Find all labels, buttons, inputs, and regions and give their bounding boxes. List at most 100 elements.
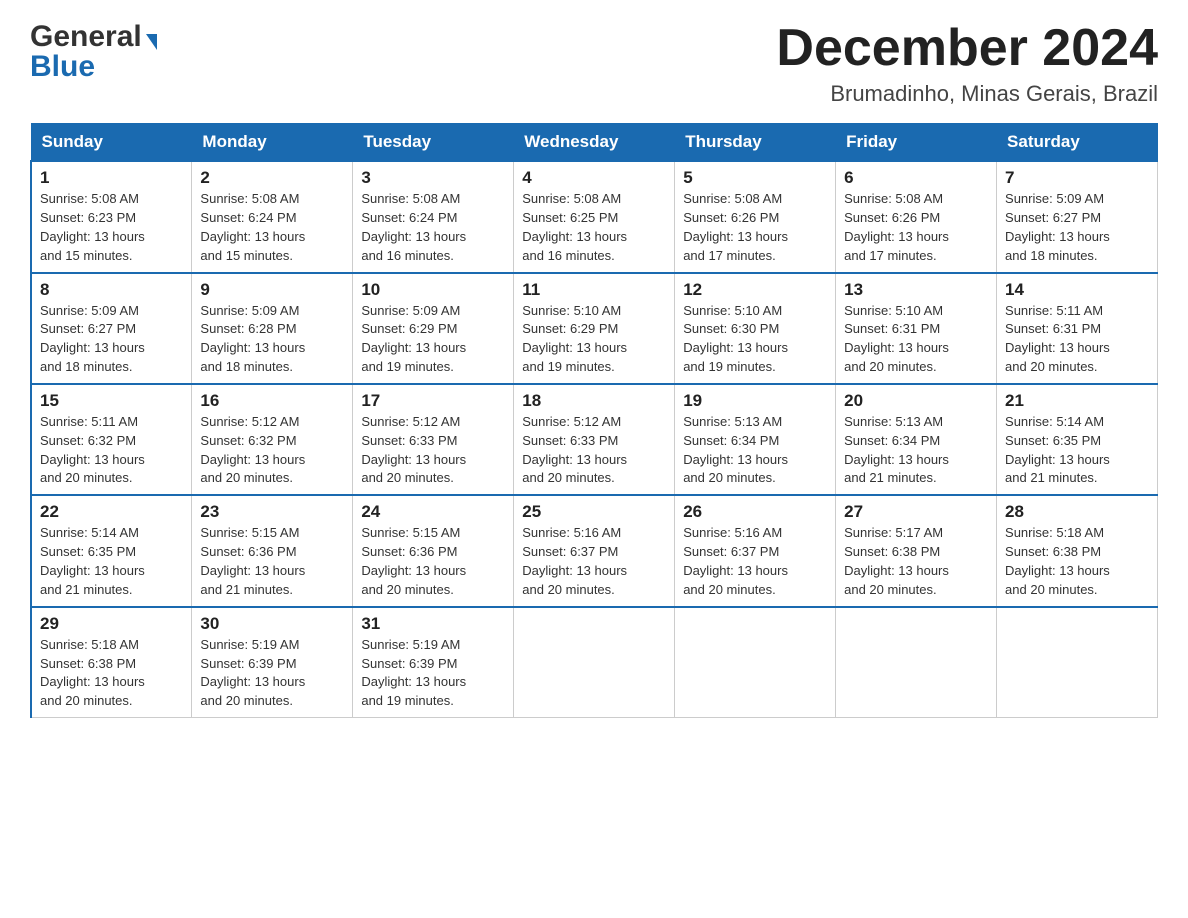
- day-info: Sunrise: 5:15 AMSunset: 6:36 PMDaylight:…: [200, 525, 305, 597]
- day-info: Sunrise: 5:09 AMSunset: 6:29 PMDaylight:…: [361, 303, 466, 375]
- col-header-thursday: Thursday: [675, 124, 836, 162]
- calendar-cell: [514, 607, 675, 718]
- day-info: Sunrise: 5:08 AMSunset: 6:26 PMDaylight:…: [844, 191, 949, 263]
- day-info: Sunrise: 5:12 AMSunset: 6:33 PMDaylight:…: [361, 414, 466, 486]
- calendar-cell: [836, 607, 997, 718]
- day-info: Sunrise: 5:10 AMSunset: 6:31 PMDaylight:…: [844, 303, 949, 375]
- calendar-cell: 28 Sunrise: 5:18 AMSunset: 6:38 PMDaylig…: [997, 495, 1158, 606]
- calendar-cell: 21 Sunrise: 5:14 AMSunset: 6:35 PMDaylig…: [997, 384, 1158, 495]
- logo: General Blue: [30, 20, 157, 84]
- day-number: 31: [361, 614, 505, 634]
- col-header-wednesday: Wednesday: [514, 124, 675, 162]
- calendar-cell: 19 Sunrise: 5:13 AMSunset: 6:34 PMDaylig…: [675, 384, 836, 495]
- calendar-cell: 6 Sunrise: 5:08 AMSunset: 6:26 PMDayligh…: [836, 161, 997, 272]
- calendar-cell: 2 Sunrise: 5:08 AMSunset: 6:24 PMDayligh…: [192, 161, 353, 272]
- day-info: Sunrise: 5:08 AMSunset: 6:25 PMDaylight:…: [522, 191, 627, 263]
- calendar-cell: 20 Sunrise: 5:13 AMSunset: 6:34 PMDaylig…: [836, 384, 997, 495]
- calendar-cell: 18 Sunrise: 5:12 AMSunset: 6:33 PMDaylig…: [514, 384, 675, 495]
- day-info: Sunrise: 5:11 AMSunset: 6:32 PMDaylight:…: [40, 414, 145, 486]
- day-number: 6: [844, 168, 988, 188]
- calendar-cell: 10 Sunrise: 5:09 AMSunset: 6:29 PMDaylig…: [353, 273, 514, 384]
- col-header-saturday: Saturday: [997, 124, 1158, 162]
- day-number: 5: [683, 168, 827, 188]
- day-info: Sunrise: 5:09 AMSunset: 6:27 PMDaylight:…: [40, 303, 145, 375]
- day-info: Sunrise: 5:13 AMSunset: 6:34 PMDaylight:…: [844, 414, 949, 486]
- month-title: December 2024: [776, 20, 1158, 77]
- day-info: Sunrise: 5:18 AMSunset: 6:38 PMDaylight:…: [40, 637, 145, 709]
- col-header-sunday: Sunday: [31, 124, 192, 162]
- col-header-tuesday: Tuesday: [353, 124, 514, 162]
- day-number: 2: [200, 168, 344, 188]
- day-info: Sunrise: 5:19 AMSunset: 6:39 PMDaylight:…: [200, 637, 305, 709]
- location-title: Brumadinho, Minas Gerais, Brazil: [776, 81, 1158, 107]
- logo-general-row: General: [30, 20, 157, 54]
- day-info: Sunrise: 5:17 AMSunset: 6:38 PMDaylight:…: [844, 525, 949, 597]
- day-number: 3: [361, 168, 505, 188]
- day-info: Sunrise: 5:19 AMSunset: 6:39 PMDaylight:…: [361, 637, 466, 709]
- day-info: Sunrise: 5:15 AMSunset: 6:36 PMDaylight:…: [361, 525, 466, 597]
- day-info: Sunrise: 5:08 AMSunset: 6:24 PMDaylight:…: [200, 191, 305, 263]
- day-info: Sunrise: 5:14 AMSunset: 6:35 PMDaylight:…: [40, 525, 145, 597]
- title-block: December 2024 Brumadinho, Minas Gerais, …: [776, 20, 1158, 107]
- day-number: 7: [1005, 168, 1149, 188]
- day-number: 30: [200, 614, 344, 634]
- day-info: Sunrise: 5:14 AMSunset: 6:35 PMDaylight:…: [1005, 414, 1110, 486]
- calendar-header-row: SundayMondayTuesdayWednesdayThursdayFrid…: [31, 124, 1158, 162]
- calendar-cell: 4 Sunrise: 5:08 AMSunset: 6:25 PMDayligh…: [514, 161, 675, 272]
- week-row-1: 1 Sunrise: 5:08 AMSunset: 6:23 PMDayligh…: [31, 161, 1158, 272]
- calendar-cell: 3 Sunrise: 5:08 AMSunset: 6:24 PMDayligh…: [353, 161, 514, 272]
- calendar-cell: 13 Sunrise: 5:10 AMSunset: 6:31 PMDaylig…: [836, 273, 997, 384]
- day-number: 4: [522, 168, 666, 188]
- day-info: Sunrise: 5:13 AMSunset: 6:34 PMDaylight:…: [683, 414, 788, 486]
- page-header: General Blue December 2024 Brumadinho, M…: [30, 20, 1158, 107]
- day-number: 8: [40, 280, 183, 300]
- calendar-cell: [675, 607, 836, 718]
- day-number: 13: [844, 280, 988, 300]
- calendar-cell: 15 Sunrise: 5:11 AMSunset: 6:32 PMDaylig…: [31, 384, 192, 495]
- calendar-cell: 11 Sunrise: 5:10 AMSunset: 6:29 PMDaylig…: [514, 273, 675, 384]
- day-number: 23: [200, 502, 344, 522]
- logo-general-text: General: [30, 20, 142, 53]
- calendar-cell: 23 Sunrise: 5:15 AMSunset: 6:36 PMDaylig…: [192, 495, 353, 606]
- day-info: Sunrise: 5:12 AMSunset: 6:32 PMDaylight:…: [200, 414, 305, 486]
- day-info: Sunrise: 5:08 AMSunset: 6:23 PMDaylight:…: [40, 191, 145, 263]
- col-header-monday: Monday: [192, 124, 353, 162]
- day-number: 15: [40, 391, 183, 411]
- day-info: Sunrise: 5:10 AMSunset: 6:30 PMDaylight:…: [683, 303, 788, 375]
- day-info: Sunrise: 5:16 AMSunset: 6:37 PMDaylight:…: [522, 525, 627, 597]
- day-number: 28: [1005, 502, 1149, 522]
- week-row-3: 15 Sunrise: 5:11 AMSunset: 6:32 PMDaylig…: [31, 384, 1158, 495]
- day-info: Sunrise: 5:10 AMSunset: 6:29 PMDaylight:…: [522, 303, 627, 375]
- day-number: 16: [200, 391, 344, 411]
- calendar-cell: 29 Sunrise: 5:18 AMSunset: 6:38 PMDaylig…: [31, 607, 192, 718]
- calendar-cell: 7 Sunrise: 5:09 AMSunset: 6:27 PMDayligh…: [997, 161, 1158, 272]
- calendar-cell: 22 Sunrise: 5:14 AMSunset: 6:35 PMDaylig…: [31, 495, 192, 606]
- day-info: Sunrise: 5:12 AMSunset: 6:33 PMDaylight:…: [522, 414, 627, 486]
- day-number: 18: [522, 391, 666, 411]
- day-info: Sunrise: 5:11 AMSunset: 6:31 PMDaylight:…: [1005, 303, 1110, 375]
- day-info: Sunrise: 5:09 AMSunset: 6:27 PMDaylight:…: [1005, 191, 1110, 263]
- calendar-cell: 30 Sunrise: 5:19 AMSunset: 6:39 PMDaylig…: [192, 607, 353, 718]
- day-number: 22: [40, 502, 183, 522]
- day-number: 21: [1005, 391, 1149, 411]
- day-number: 9: [200, 280, 344, 300]
- calendar-cell: 12 Sunrise: 5:10 AMSunset: 6:30 PMDaylig…: [675, 273, 836, 384]
- day-number: 11: [522, 280, 666, 300]
- day-number: 14: [1005, 280, 1149, 300]
- calendar-cell: 17 Sunrise: 5:12 AMSunset: 6:33 PMDaylig…: [353, 384, 514, 495]
- day-info: Sunrise: 5:18 AMSunset: 6:38 PMDaylight:…: [1005, 525, 1110, 597]
- day-info: Sunrise: 5:08 AMSunset: 6:26 PMDaylight:…: [683, 191, 788, 263]
- day-number: 20: [844, 391, 988, 411]
- calendar-table: SundayMondayTuesdayWednesdayThursdayFrid…: [30, 123, 1158, 718]
- calendar-cell: 24 Sunrise: 5:15 AMSunset: 6:36 PMDaylig…: [353, 495, 514, 606]
- week-row-5: 29 Sunrise: 5:18 AMSunset: 6:38 PMDaylig…: [31, 607, 1158, 718]
- day-number: 26: [683, 502, 827, 522]
- day-number: 27: [844, 502, 988, 522]
- day-number: 25: [522, 502, 666, 522]
- day-number: 29: [40, 614, 183, 634]
- col-header-friday: Friday: [836, 124, 997, 162]
- calendar-cell: 27 Sunrise: 5:17 AMSunset: 6:38 PMDaylig…: [836, 495, 997, 606]
- calendar-cell: 25 Sunrise: 5:16 AMSunset: 6:37 PMDaylig…: [514, 495, 675, 606]
- day-number: 12: [683, 280, 827, 300]
- day-number: 10: [361, 280, 505, 300]
